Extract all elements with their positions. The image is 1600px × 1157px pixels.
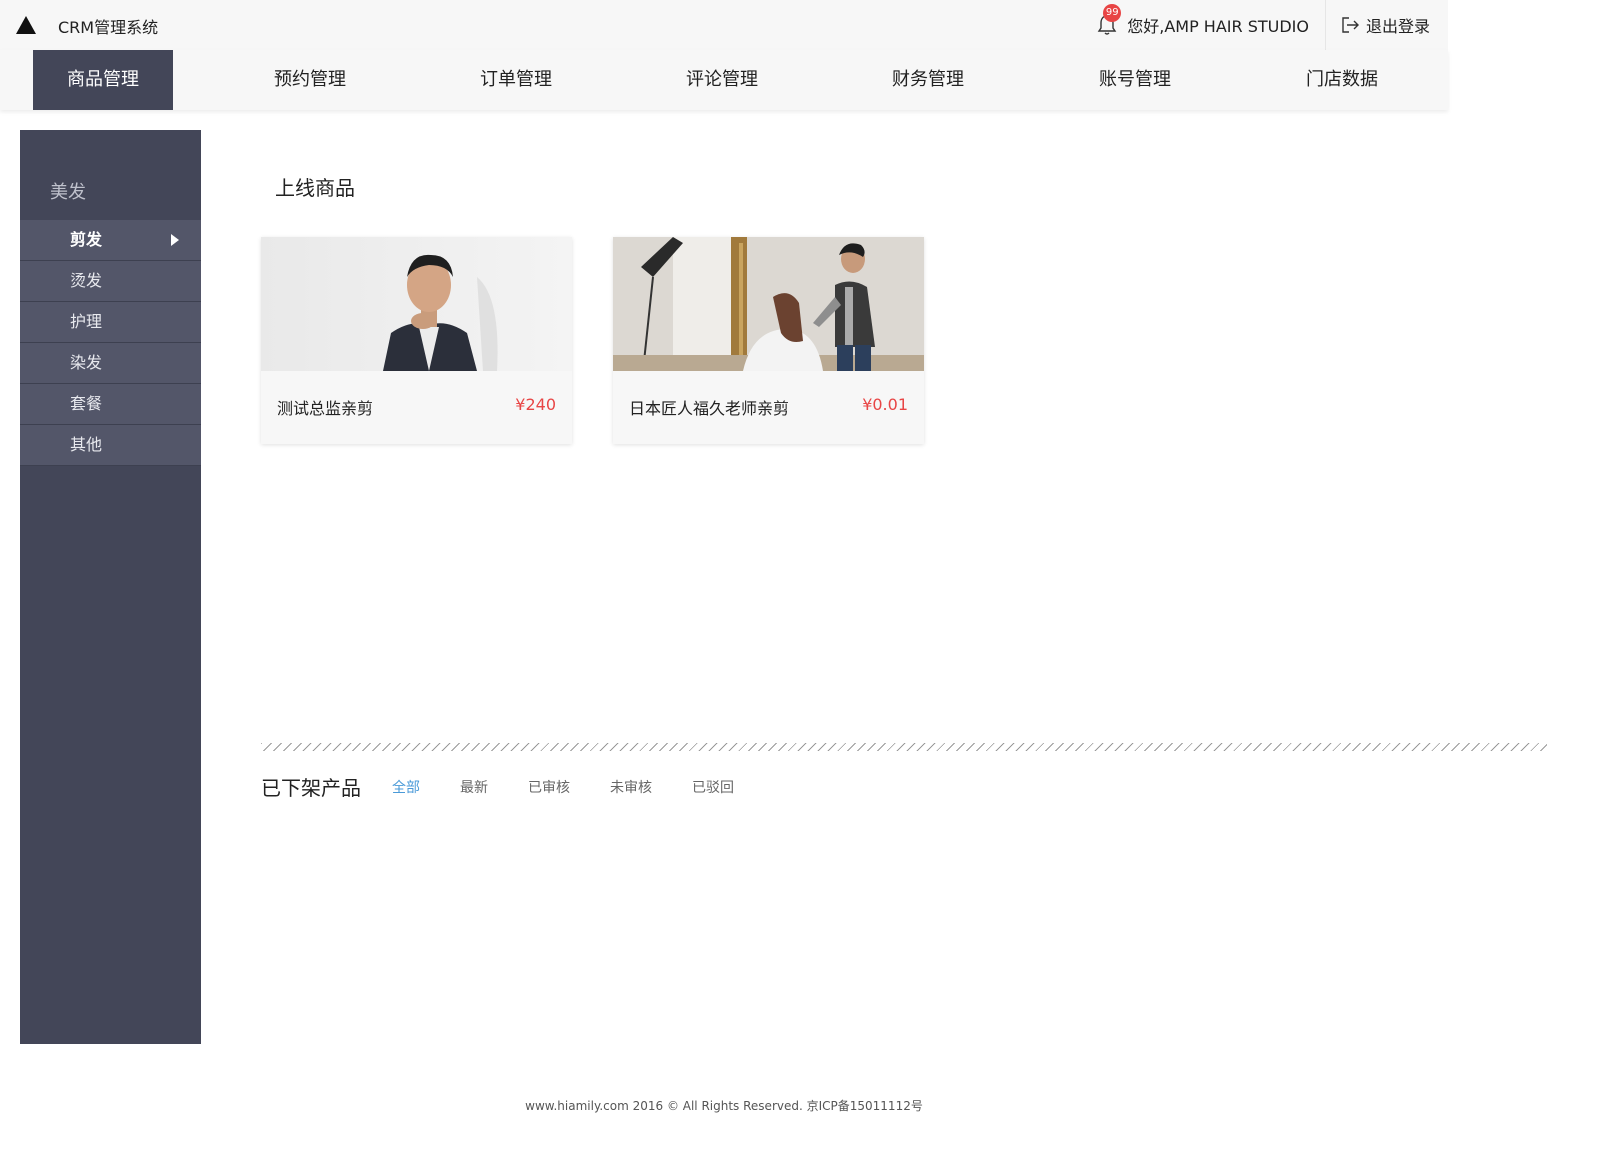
user-area: 99 您好,AMP HAIR STUDIO 退出登录: [1097, 0, 1448, 50]
sidebar-item-haircut[interactable]: 剪发: [20, 220, 201, 261]
nav-item-reviews[interactable]: 评论管理: [652, 50, 792, 110]
footer-text: www.hiamily.com 2016 © All Rights Reserv…: [525, 1099, 923, 1113]
section-divider: [261, 743, 1547, 751]
product-name: 测试总监亲剪: [277, 399, 374, 418]
filter-tabs: 全部 最新 已审核 未审核 已驳回: [392, 777, 774, 797]
sidebar-item-perm[interactable]: 烫发: [20, 261, 201, 302]
nav-item-finance[interactable]: 财务管理: [858, 50, 998, 110]
filter-tab-latest[interactable]: 最新: [460, 777, 488, 797]
sidebar-item-dye[interactable]: 染发: [20, 343, 201, 384]
nav-item-store-data[interactable]: 门店数据: [1272, 50, 1412, 110]
sidebar-item-label: 套餐: [70, 394, 103, 413]
caret-right-icon: [171, 234, 179, 246]
online-products-title: 上线商品: [275, 176, 355, 200]
sidebar-header: 美发: [50, 182, 86, 203]
app-title: CRM管理系统: [58, 18, 159, 37]
filter-tab-approved[interactable]: 已审核: [528, 777, 570, 797]
main-nav: 商品管理 预约管理 订单管理 评论管理 财务管理 账号管理 门店数据: [0, 50, 1448, 110]
sidebar-list: 剪发 烫发 护理 染发 套餐 其他: [20, 220, 201, 466]
user-greeting: 您好,AMP HAIR STUDIO: [1127, 17, 1309, 36]
filter-tab-all[interactable]: 全部: [392, 777, 420, 797]
sidebar: 美发 剪发 烫发 护理 染发 套餐 其他: [20, 130, 201, 1044]
filter-tab-unapproved[interactable]: 未审核: [610, 777, 652, 797]
sidebar-item-label: 染发: [70, 353, 103, 372]
product-price: ¥240: [515, 395, 556, 414]
logout-icon: [1342, 17, 1359, 33]
sidebar-item-label: 剪发: [70, 230, 103, 249]
product-card[interactable]: 日本匠人福久老师亲剪 ¥0.01: [613, 237, 924, 444]
logo-icon: [16, 16, 36, 34]
logout-label: 退出登录: [1365, 17, 1430, 36]
sidebar-item-label: 其他: [70, 435, 103, 454]
notification-bell[interactable]: 99: [1097, 4, 1122, 36]
product-price: ¥0.01: [862, 395, 908, 414]
product-card[interactable]: 测试总监亲剪 ¥240: [261, 237, 572, 444]
sidebar-item-other[interactable]: 其他: [20, 425, 201, 466]
nav-item-appointments[interactable]: 预约管理: [240, 50, 380, 110]
notification-badge: 99: [1103, 4, 1122, 22]
sidebar-item-care[interactable]: 护理: [20, 302, 201, 343]
product-image: [261, 237, 572, 371]
nav-item-accounts[interactable]: 账号管理: [1065, 50, 1205, 110]
nav-item-products[interactable]: 商品管理: [33, 50, 173, 110]
logout-button[interactable]: 退出登录: [1324, 0, 1448, 50]
filter-tab-rejected[interactable]: 已驳回: [692, 777, 734, 797]
product-image: [613, 237, 924, 371]
product-name: 日本匠人福久老师亲剪: [629, 399, 790, 418]
sidebar-item-label: 烫发: [70, 271, 103, 290]
sidebar-item-package[interactable]: 套餐: [20, 384, 201, 425]
nav-item-orders[interactable]: 订单管理: [446, 50, 586, 110]
offline-products-title: 已下架产品: [261, 776, 361, 800]
sidebar-item-label: 护理: [70, 312, 103, 331]
top-bar: CRM管理系统 99 您好,AMP HAIR STUDIO 退出登录: [0, 0, 1448, 51]
